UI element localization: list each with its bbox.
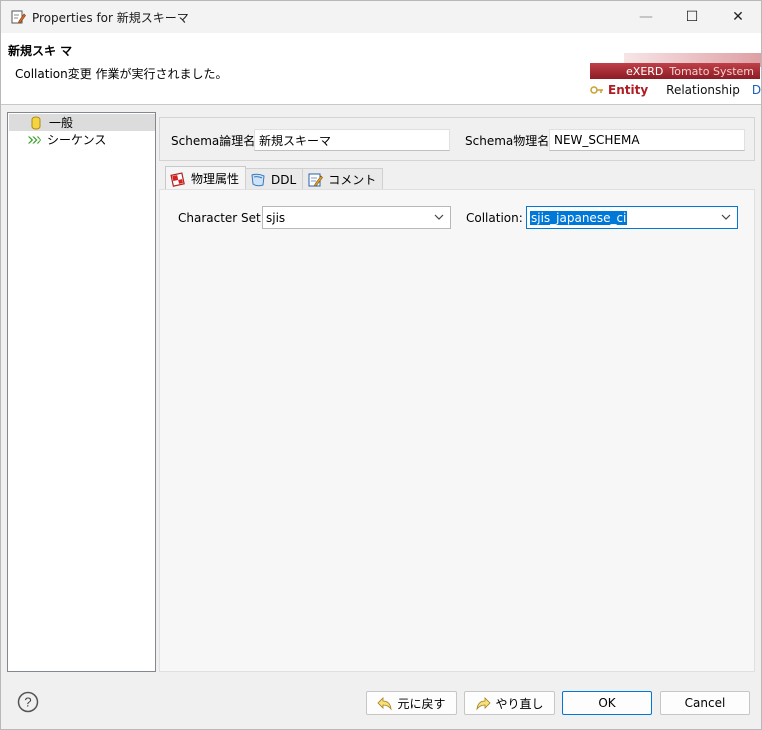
tree-item-label: シーケンス bbox=[47, 133, 107, 147]
banner-company: Tomato System bbox=[669, 64, 754, 78]
collation-select[interactable]: sjis_japanese_ci bbox=[526, 206, 738, 229]
key-icon bbox=[590, 86, 603, 94]
page-title: 新規スキ マ bbox=[8, 44, 73, 58]
tab-content-physical: Character Set: sjis Collation: sjis_japa… bbox=[159, 189, 755, 672]
property-panel: Schema論理名 新規スキーマ Schema物理名 NEW_SCHEMA 物理… bbox=[159, 112, 755, 672]
charset-value: sjis bbox=[266, 210, 286, 225]
svg-text:?: ? bbox=[24, 695, 31, 710]
banner-product: eXERD bbox=[626, 64, 664, 78]
help-icon[interactable]: ? bbox=[17, 691, 39, 713]
window-title: Properties for 新規スキーマ bbox=[32, 10, 189, 25]
schema-name-row: Schema論理名 新規スキーマ Schema物理名 NEW_SCHEMA bbox=[159, 117, 755, 161]
schema-physical-label: Schema物理名 bbox=[465, 134, 550, 148]
collation-value: sjis_japanese_ci bbox=[530, 210, 628, 225]
banner-tab-diagram: Diag bbox=[751, 83, 761, 97]
banner-tabs: Entity Relationship Diag bbox=[590, 83, 761, 97]
tree-item-label: 一般 bbox=[49, 116, 74, 130]
tab-ddl[interactable]: DDL bbox=[245, 168, 304, 190]
schema-physical-input[interactable]: NEW_SCHEMA bbox=[549, 129, 745, 151]
redo-icon bbox=[475, 695, 492, 711]
close-button[interactable]: ✕ bbox=[715, 1, 761, 33]
undo-button[interactable]: 元に戻す bbox=[366, 691, 457, 715]
tab-label: DDL bbox=[271, 172, 297, 187]
redo-button[interactable]: やり直し bbox=[464, 691, 555, 715]
banner-tab-relationship: Relationship bbox=[666, 83, 740, 97]
redo-label: やり直し bbox=[495, 696, 544, 711]
properties-edit-icon bbox=[11, 10, 26, 24]
physical-attr-icon bbox=[170, 171, 186, 187]
property-tabs: 物理属性 DDL コメント bbox=[165, 166, 384, 190]
schema-logical-label: Schema論理名 bbox=[171, 134, 256, 148]
maximize-button[interactable]: ☐ bbox=[669, 1, 715, 33]
properties-dialog: Properties for 新規スキーマ — ☐ ✕ 新規スキ マ Colla… bbox=[0, 0, 762, 730]
tab-comment[interactable]: コメント bbox=[302, 168, 384, 190]
title-bar: Properties for 新規スキーマ — ☐ ✕ bbox=[1, 1, 761, 33]
collation-label: Collation: bbox=[466, 211, 523, 225]
cancel-button[interactable]: Cancel bbox=[660, 691, 750, 715]
dialog-header: 新規スキ マ Collation変更 作業が実行されました。 eXERD Tom… bbox=[1, 33, 761, 105]
minimize-button[interactable]: — bbox=[623, 1, 669, 33]
chevron-down-icon bbox=[721, 214, 731, 220]
tab-physical-attributes[interactable]: 物理属性 bbox=[165, 166, 247, 190]
schema-logical-input[interactable]: 新規スキーマ bbox=[254, 129, 450, 151]
exerd-banner: eXERD Tomato System Entity Relationship … bbox=[584, 53, 761, 104]
status-message: Collation変更 作業が実行されました。 bbox=[15, 67, 228, 81]
banner-tab-entity: Entity bbox=[608, 83, 649, 97]
property-page-tree: 一般 シーケンス bbox=[7, 112, 156, 672]
undo-icon bbox=[377, 695, 393, 711]
tab-label: コメント bbox=[328, 173, 377, 187]
tree-item-general[interactable]: 一般 bbox=[9, 114, 155, 131]
undo-label: 元に戻す bbox=[397, 696, 446, 711]
charset-select[interactable]: sjis bbox=[262, 206, 451, 229]
chevron-down-icon bbox=[434, 214, 444, 220]
ddl-icon bbox=[250, 172, 266, 188]
comment-icon bbox=[307, 172, 324, 188]
charset-label: Character Set: bbox=[178, 211, 265, 225]
tree-item-sequence[interactable]: シーケンス bbox=[9, 131, 155, 148]
ok-button[interactable]: OK bbox=[562, 691, 652, 715]
banner-bar: eXERD Tomato System bbox=[590, 63, 760, 79]
database-icon bbox=[29, 116, 43, 130]
tab-label: 物理属性 bbox=[191, 172, 240, 186]
sequence-icon bbox=[27, 133, 41, 147]
